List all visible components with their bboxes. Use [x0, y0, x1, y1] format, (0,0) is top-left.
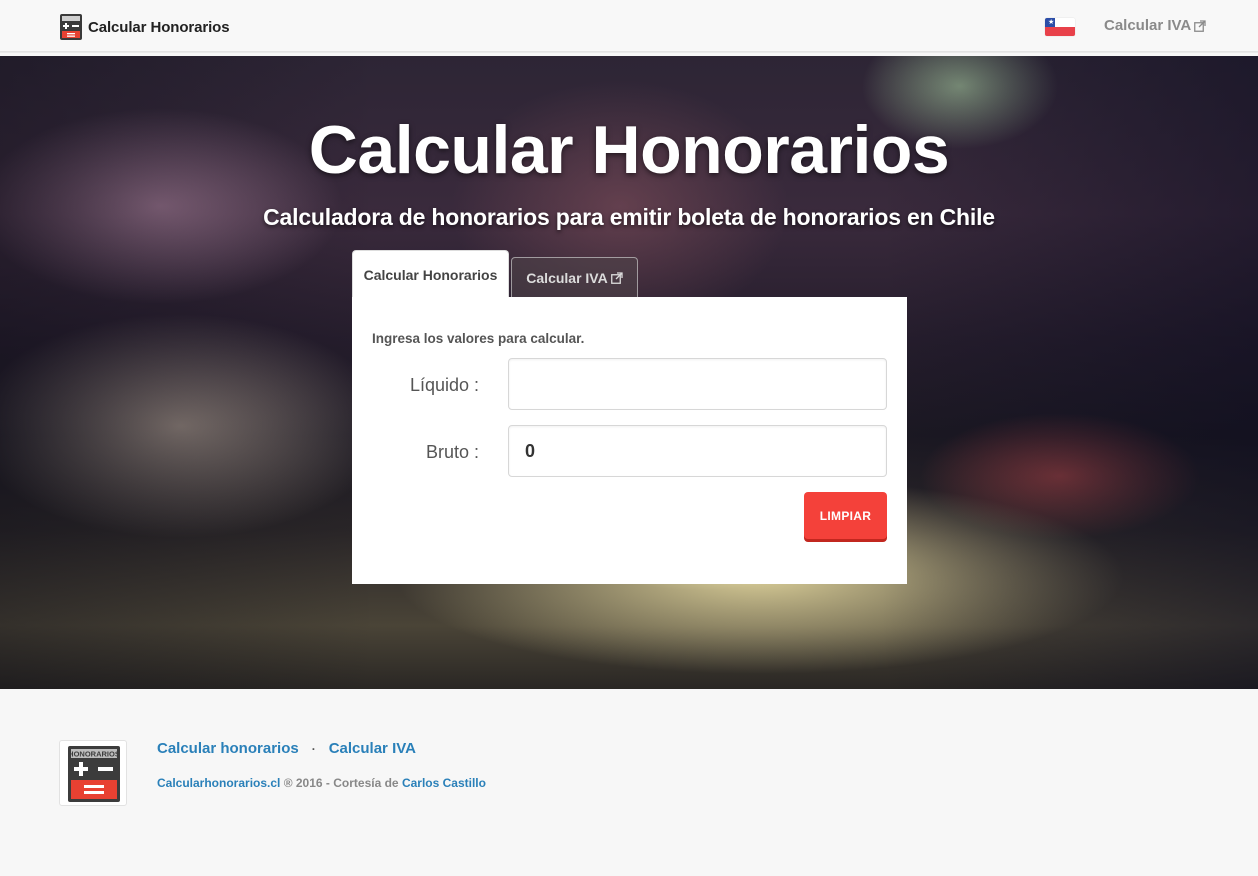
navbar: Calcular Honorarios ★ Calcular IVA: [0, 0, 1258, 52]
footer-separator: ·: [311, 741, 316, 756]
footer-link-honorarios[interactable]: Calcular honorarios: [157, 740, 299, 757]
calculator-panel: Ingresa los valores para calcular. Líqui…: [352, 297, 907, 584]
footer-copyright: Calcularhonorarios.cl ® 2016 - Cortesía …: [157, 776, 486, 790]
tab-calcular-honorarios[interactable]: Calcular Honorarios: [352, 250, 509, 298]
liquido-label: Líquido :: [409, 375, 479, 395]
hero-section: Calcular Honorarios Calculadora de honor…: [0, 56, 1258, 689]
copyright-text: ® 2016 - Cortesía de: [280, 776, 402, 790]
bruto-input[interactable]: [508, 425, 887, 477]
bruto-label: Bruto :: [425, 442, 479, 462]
footer-link-iva[interactable]: Calcular IVA: [329, 740, 416, 757]
nav-link-calcular-iva[interactable]: Calcular IVA: [1104, 17, 1206, 34]
calculator-logo-icon: HONORARIOS: [68, 746, 120, 802]
form-intro: Ingresa los valores para calcular.: [372, 331, 585, 346]
calculator-logo-icon: [60, 14, 82, 40]
chile-flag-icon[interactable]: ★: [1045, 18, 1075, 36]
footer-site-link[interactable]: Calcularhonorarios.cl: [157, 776, 280, 790]
external-link-icon: [1194, 19, 1206, 32]
tab-label: Calcular IVA: [526, 269, 608, 286]
nav-link-label: Calcular IVA: [1104, 17, 1192, 34]
tab-label: Calcular Honorarios: [363, 266, 498, 283]
hero-title: Calcular Honorarios: [308, 112, 950, 188]
logo-text: HONORARIOS: [68, 750, 120, 759]
liquido-input[interactable]: [508, 358, 887, 410]
footer-logo: HONORARIOS: [59, 740, 127, 806]
hero-subtitle: Calculadora de honorarios para emitir bo…: [263, 204, 995, 230]
footer-author-link[interactable]: Carlos Castillo: [402, 776, 486, 790]
clear-button[interactable]: LIMPIAR: [804, 492, 887, 539]
external-link-icon: [610, 271, 623, 284]
brand-link[interactable]: Calcular Honorarios: [60, 14, 230, 40]
tab-calcular-iva[interactable]: Calcular IVA: [511, 257, 638, 297]
footer-links: Calcular honorarios · Calcular IVA: [157, 740, 416, 757]
brand-title: Calcular Honorarios: [88, 18, 230, 36]
